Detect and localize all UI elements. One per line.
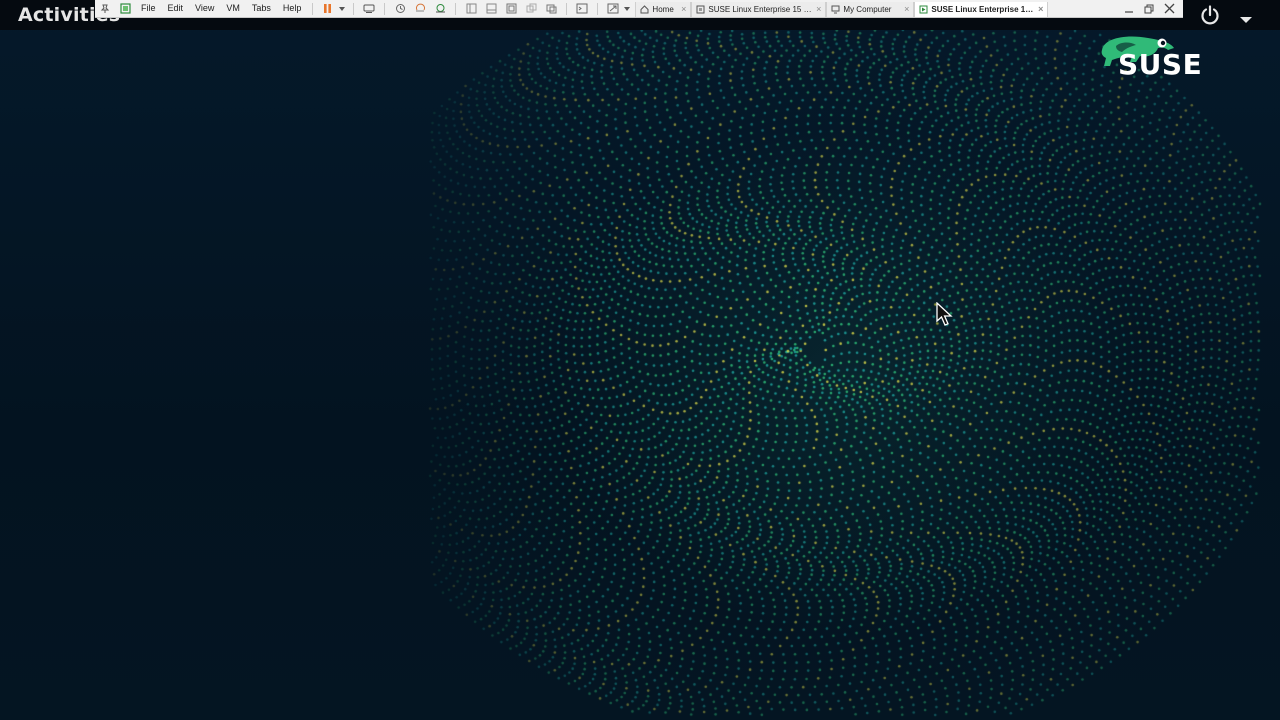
close-icon[interactable]: × <box>1038 4 1043 14</box>
power-icon[interactable] <box>1199 4 1221 26</box>
swirl-wallpaper-art <box>0 0 1280 720</box>
snapshot-icon[interactable] <box>393 2 407 16</box>
vm-icon <box>696 5 705 13</box>
toolbar-separator <box>384 2 386 15</box>
menu-file[interactable]: File <box>135 0 162 17</box>
send-ctrl-alt-del-icon[interactable] <box>362 2 376 16</box>
menu-help[interactable]: Help <box>277 0 308 17</box>
close-window-icon[interactable] <box>1159 0 1179 17</box>
stretch-dropdown-icon[interactable] <box>623 2 631 16</box>
pause-dropdown-icon[interactable] <box>338 2 346 16</box>
unity-icon[interactable] <box>524 2 538 16</box>
stretch-guest-icon[interactable] <box>606 2 620 16</box>
tab-home[interactable]: Home × <box>635 1 692 17</box>
pause-icon[interactable] <box>321 2 335 16</box>
tab-label: SUSE Linux Enterprise 15 ... <box>931 4 1035 14</box>
snapshot-manager-icon[interactable] <box>433 2 447 16</box>
thumbnail-bar-icon[interactable] <box>484 2 498 16</box>
toolbar-separator <box>566 2 568 15</box>
menu-view[interactable]: View <box>189 0 220 17</box>
tab-suse-vm-1[interactable]: SUSE Linux Enterprise 15 64-... × <box>691 1 827 17</box>
menu-tabs[interactable]: Tabs <box>246 0 277 17</box>
toolbar-separator <box>455 2 457 15</box>
close-icon[interactable]: × <box>816 4 821 14</box>
console-view-icon[interactable] <box>544 2 558 16</box>
pin-icon[interactable] <box>98 2 112 16</box>
chevron-down-icon[interactable] <box>1238 10 1254 23</box>
tab-suse-vm-active[interactable]: SUSE Linux Enterprise 15 ... × <box>914 1 1049 17</box>
close-icon[interactable]: × <box>904 4 909 14</box>
menu-edit[interactable]: Edit <box>162 0 190 17</box>
minimize-icon[interactable] <box>1119 0 1139 17</box>
home-icon <box>640 4 649 13</box>
toolbar-separator <box>312 2 314 15</box>
full-screen-icon[interactable] <box>504 2 518 16</box>
computer-icon <box>831 5 840 13</box>
tab-label: SUSE Linux Enterprise 15 64-... <box>708 4 813 14</box>
mouse-cursor-icon <box>936 302 953 326</box>
tab-my-computer[interactable]: My Computer × <box>826 1 915 17</box>
suse-wordmark: SUSE <box>1118 48 1203 81</box>
tab-label: Home <box>652 4 674 14</box>
window-controls <box>1119 0 1179 17</box>
tab-label: My Computer <box>843 4 892 14</box>
revert-snapshot-icon[interactable] <box>413 2 427 16</box>
vm-running-icon <box>919 5 928 13</box>
toolbar-separator <box>597 2 599 15</box>
library-icon[interactable] <box>118 2 132 16</box>
vmware-toolbar: File Edit View VM Tabs Help Home × SUSE … <box>95 0 1183 18</box>
toolbar-separator <box>353 2 355 15</box>
terminal-icon[interactable] <box>575 2 589 16</box>
close-icon[interactable]: × <box>681 4 686 14</box>
desktop-wallpaper <box>0 0 1280 720</box>
show-library-icon[interactable] <box>464 2 478 16</box>
menu-vm[interactable]: VM <box>220 0 246 17</box>
restore-icon[interactable] <box>1139 0 1159 17</box>
